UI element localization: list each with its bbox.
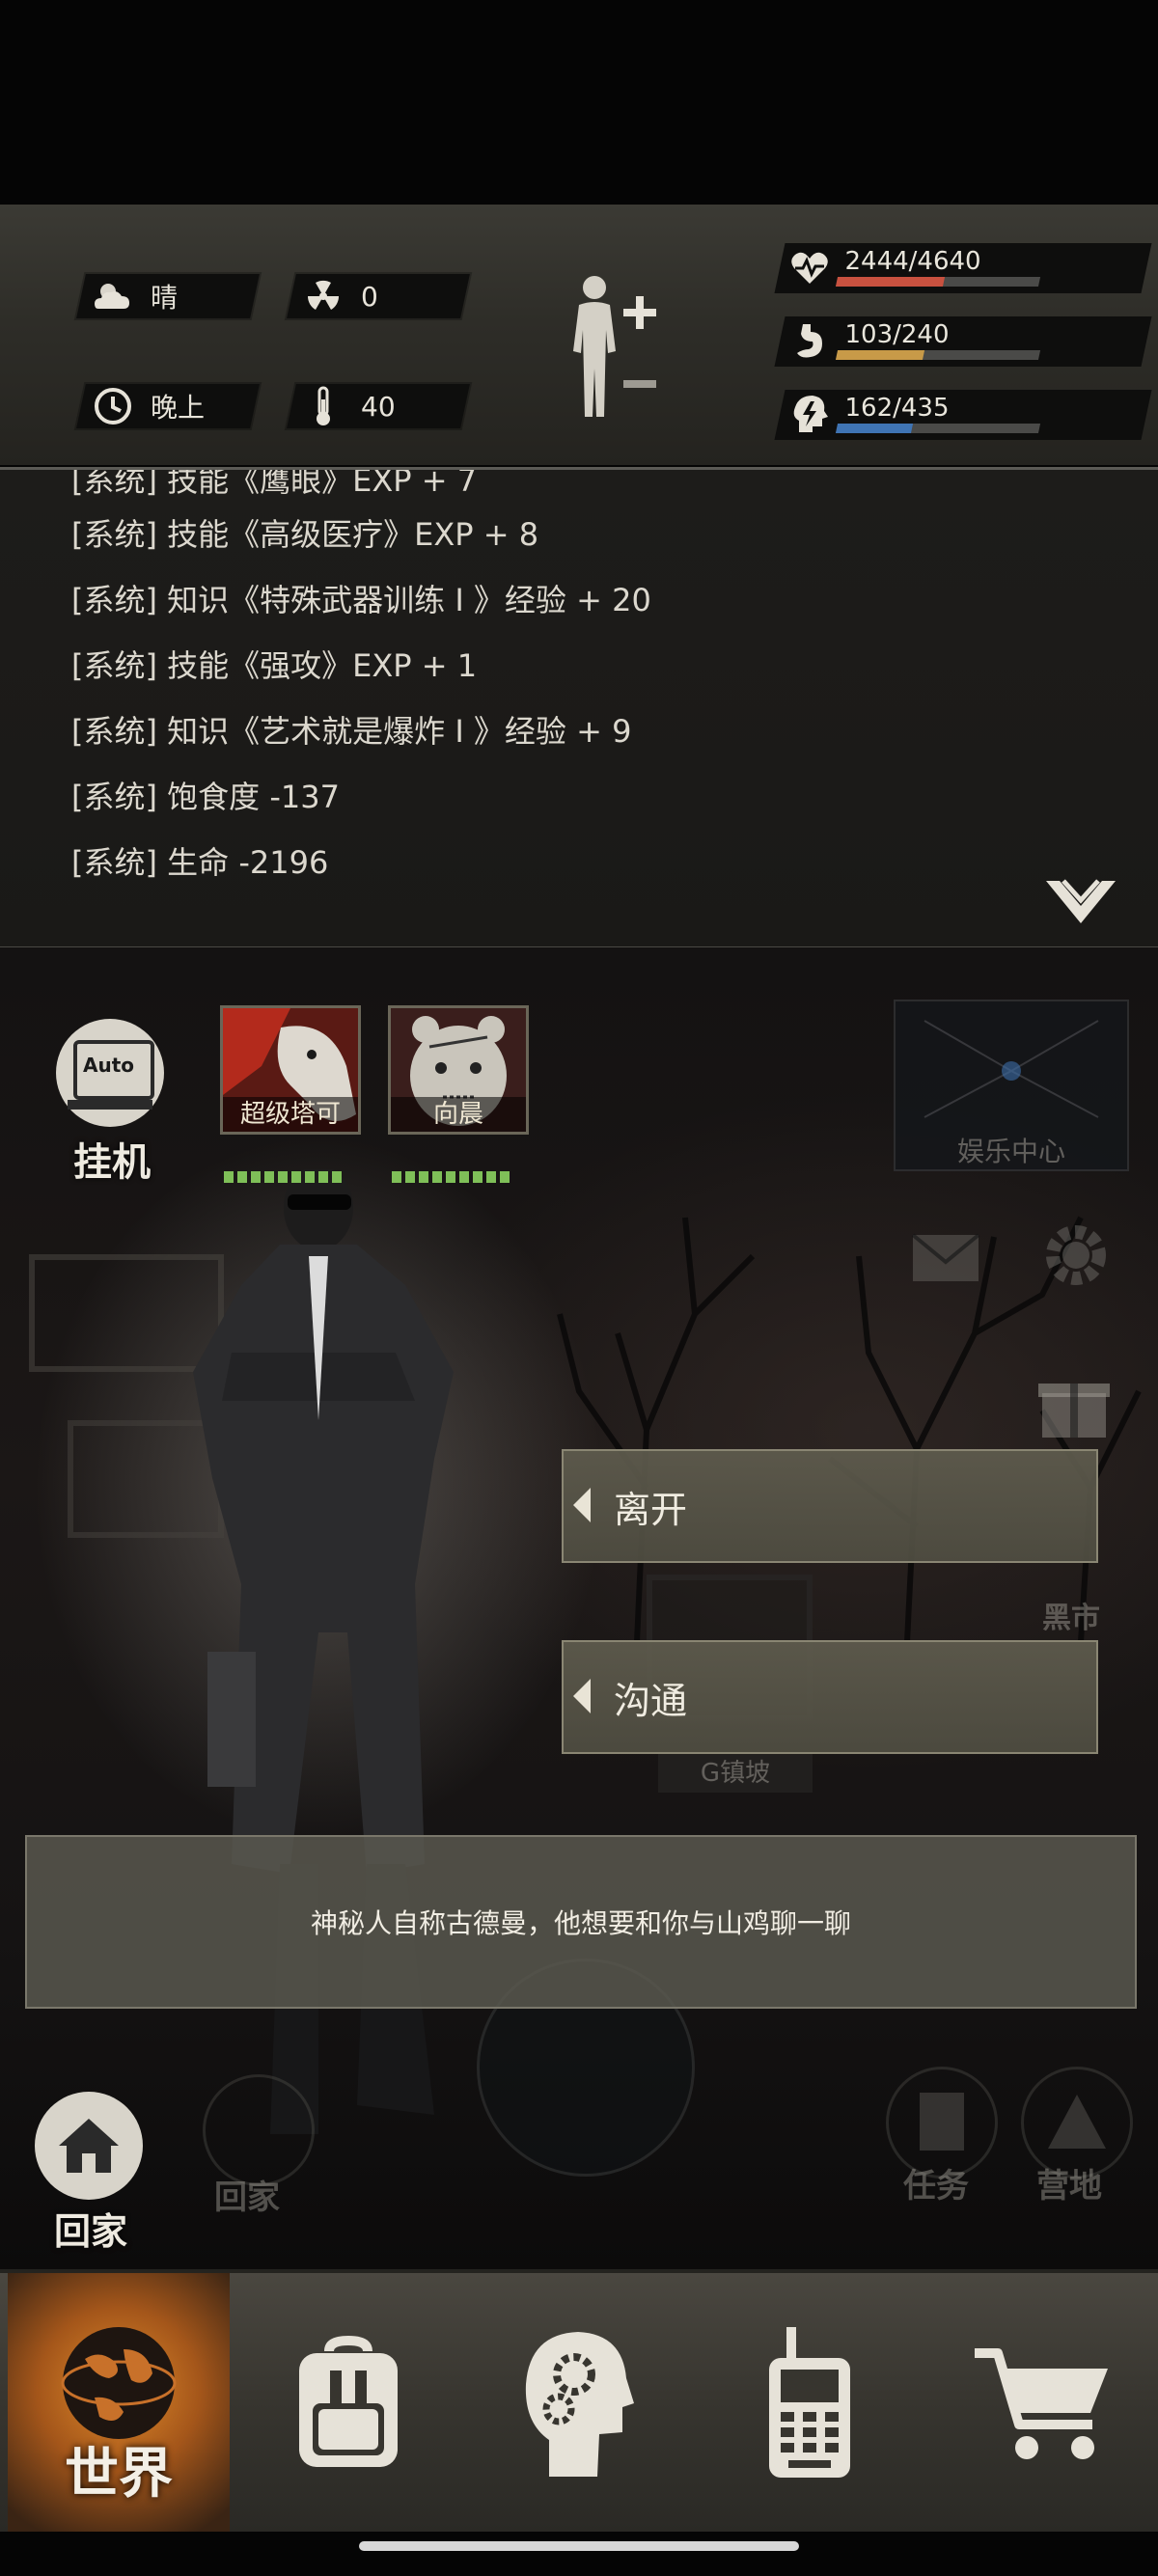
log-line: [系统] 知识《艺术就是爆炸 I 》经验 + 9 xyxy=(71,713,632,750)
backpack-icon xyxy=(299,2336,398,2467)
auto-label: 挂机 xyxy=(73,1140,151,1185)
entertainment-center-button[interactable]: 娱乐中心 xyxy=(894,1000,1129,1171)
energy-value: 162/435 xyxy=(844,394,950,423)
body-figure-icon xyxy=(573,276,656,417)
entertainment-center-label: 娱乐中心 xyxy=(956,1136,1065,1167)
auto-icon-text: Auto xyxy=(83,1054,135,1077)
radiation-icon xyxy=(301,274,345,318)
globe-icon xyxy=(61,2327,177,2439)
thermometer-icon xyxy=(301,384,345,428)
nav-shop-tab[interactable] xyxy=(932,2273,1154,2532)
expand-log-chevron-icon[interactable] xyxy=(1044,877,1117,927)
cloud-sun-icon xyxy=(91,274,135,318)
heart-rate-icon xyxy=(791,252,828,284)
weather-text: 晴 xyxy=(151,282,179,314)
status-panel: 晴 0 晚上 40 2444/4640 103/240 162/435 xyxy=(0,205,1158,465)
radiation-chip: 0 xyxy=(287,274,470,318)
hunger-bar: 103/240 饥饿 xyxy=(774,316,1152,367)
brain-gears-icon xyxy=(525,2332,634,2477)
bottom-navigation: 世界 xyxy=(0,2269,1158,2532)
log-line: [系统] 饱食度 -137 xyxy=(71,779,340,815)
left-arrow-icon xyxy=(573,1679,591,1713)
companion-name: 向晨 xyxy=(391,1097,526,1132)
companion-name: 超级塔可 xyxy=(223,1097,358,1132)
log-line: [系统] 技能《高级医疗》EXP + 8 xyxy=(71,516,539,553)
hunger-value: 103/240 xyxy=(844,320,950,349)
dialog-text: 神秘人自称古德曼，他想要和你与山鸡聊一聊 xyxy=(310,1907,851,1939)
temperature-value: 40 xyxy=(361,390,396,423)
auto-idle-button[interactable]: Auto 挂机 xyxy=(50,1019,174,1185)
home-label: 回家 xyxy=(53,2210,127,2253)
nav-skills-tab[interactable] xyxy=(467,2273,689,2532)
body-status-button[interactable] xyxy=(560,272,676,426)
leave-option-button[interactable]: 离开 xyxy=(562,1449,1098,1563)
shopping-cart-icon xyxy=(975,2348,1108,2459)
clock-icon xyxy=(91,384,135,428)
temperature-chip: 40 xyxy=(287,384,470,428)
companion-health-pips xyxy=(224,1171,342,1183)
nav-radio-tab[interactable] xyxy=(699,2273,921,2532)
option-label: 离开 xyxy=(614,1489,688,1531)
companion-health-pips xyxy=(392,1171,510,1183)
head-energy-icon xyxy=(793,396,828,432)
task-label[interactable]: 任务 xyxy=(903,2159,969,2206)
camp-label[interactable]: 营地 xyxy=(1036,2159,1102,2206)
log-line: [系统] 知识《特殊武器训练 I 》经验 + 20 xyxy=(71,582,651,618)
house-icon xyxy=(35,2092,143,2200)
stomach-icon xyxy=(797,324,822,358)
ghost-home-button xyxy=(203,2074,315,2186)
companion-portrait[interactable]: 向晨 xyxy=(388,1005,529,1135)
health-fill xyxy=(835,277,945,287)
ghost-home-label: 回家 xyxy=(214,2179,280,2217)
time-chip: 晚上 xyxy=(76,384,260,428)
home-button[interactable]: 回家 xyxy=(31,2092,151,2253)
scene-background: G镇坡 娱乐中心 黑市 回家 任务 营地 xyxy=(0,947,1158,2269)
dialog-box: 神秘人自称古德曼，他想要和你与山鸡聊一聊 xyxy=(25,1835,1137,2009)
energy-fill xyxy=(835,424,914,433)
radiation-value: 0 xyxy=(361,280,378,313)
health-value: 2444/4640 xyxy=(844,247,981,276)
log-line-partial: [系统] 技能《鹰眼》EXP + 7 xyxy=(71,467,478,499)
gift-icon[interactable] xyxy=(1038,1364,1110,1441)
network-icon xyxy=(924,1020,1099,1118)
message-log[interactable]: [系统] 技能《鹰眼》EXP + 7 [系统] 技能《高级医疗》EXP + 8 … xyxy=(0,467,1158,949)
black-market-label[interactable]: 黑市 xyxy=(1042,1594,1100,1636)
walkie-talkie-icon xyxy=(769,2327,850,2478)
health-bar: 2444/4640 生命 xyxy=(774,243,1152,293)
communicate-option-button[interactable]: 沟通 xyxy=(562,1640,1098,1754)
sign-text: G镇坡 xyxy=(658,1754,813,1793)
log-line: [系统] 生命 -2196 xyxy=(71,844,329,881)
world-label: 世界 xyxy=(65,2443,173,2506)
nav-world-tab[interactable]: 世界 xyxy=(8,2273,230,2532)
settings-gear-icon[interactable] xyxy=(1040,1219,1112,1291)
energy-bar: 162/435 精力 xyxy=(774,390,1152,440)
hunger-fill xyxy=(835,350,925,360)
mysterious-man-character xyxy=(193,1169,454,2134)
companion-portrait[interactable]: 超级塔可 xyxy=(220,1005,361,1135)
log-line: [系统] 技能《强攻》EXP + 1 xyxy=(71,647,478,684)
time-of-day-text: 晚上 xyxy=(151,392,206,424)
home-indicator[interactable] xyxy=(359,2541,799,2551)
nav-backpack-tab[interactable] xyxy=(237,2273,459,2532)
auto-monitor-icon: Auto xyxy=(56,1019,164,1127)
mail-icon[interactable] xyxy=(911,1233,980,1283)
left-arrow-icon xyxy=(573,1488,591,1522)
weather-chip: 晴 xyxy=(76,274,260,318)
option-label: 沟通 xyxy=(614,1680,688,1722)
